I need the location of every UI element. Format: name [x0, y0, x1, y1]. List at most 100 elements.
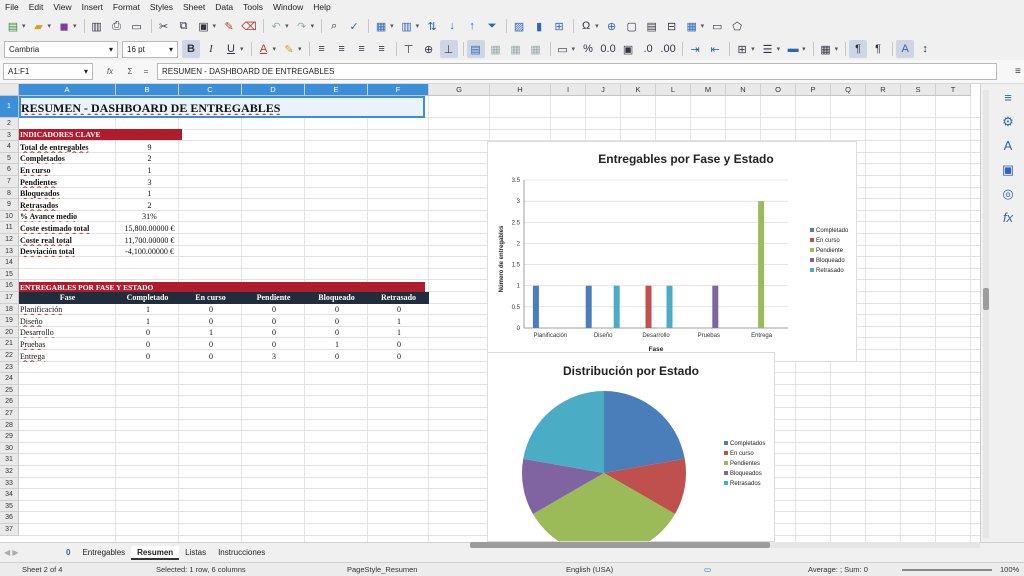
menu-icon[interactable]: ≡ [996, 90, 1020, 114]
navigator-icon[interactable]: ◎ [996, 186, 1020, 210]
row-header-7[interactable]: 7 [0, 176, 19, 188]
insert-image-icon[interactable]: ▨ [510, 17, 528, 35]
undo-icon[interactable]: ↶ [267, 17, 285, 35]
align-bottom-icon[interactable]: ⊥ [439, 40, 458, 58]
row-header-5[interactable]: 5 [0, 152, 19, 165]
function-wizard-icon[interactable]: fx [99, 67, 121, 76]
gallery-icon[interactable]: ▣ [996, 162, 1020, 186]
row-header-33[interactable]: 33 [0, 477, 19, 490]
font-color-dropdown-icon[interactable]: ▾ [273, 45, 277, 53]
font-color-icon[interactable]: A [255, 40, 273, 58]
spelling-icon[interactable]: ✓ [345, 17, 363, 35]
properties-icon[interactable]: ⚙ [996, 114, 1020, 138]
italic-icon[interactable]: I [202, 40, 220, 58]
row-header-26[interactable]: 26 [0, 396, 19, 408]
unmerge-cells-icon[interactable]: ▦ [527, 40, 545, 58]
row-header-34[interactable]: 34 [0, 489, 19, 501]
highlight-dropdown-icon[interactable]: ▾ [298, 45, 302, 53]
row-header-9[interactable]: 9 [0, 199, 19, 211]
center-vertically-icon[interactable]: ⊕ [420, 40, 438, 58]
bar-bloqueado[interactable] [712, 285, 719, 328]
text-orientation-icon[interactable]: A [896, 40, 915, 58]
row-header-37[interactable]: 37 [0, 524, 19, 536]
column-header-e[interactable]: E [305, 84, 368, 96]
nav-buttons[interactable]: ◀ ▶ [0, 548, 60, 557]
bar-chart[interactable]: Entregables por Fase y Estado Fase Númer… [487, 141, 857, 362]
insert-chart-icon[interactable]: ▮ [530, 17, 548, 35]
align-center-icon[interactable]: ≡ [333, 40, 351, 58]
find-replace-icon[interactable]: ⌕ [325, 17, 343, 35]
functions-icon[interactable]: fx [996, 210, 1020, 234]
styles-icon[interactable]: A [996, 138, 1020, 162]
chevron-down-icon[interactable]: ▾ [169, 45, 173, 54]
status-language[interactable]: English (USA) [566, 565, 613, 574]
bar-retrasado[interactable] [666, 285, 673, 328]
borders-dropdown-icon[interactable]: ▾ [751, 45, 755, 53]
column-header-k[interactable]: K [621, 84, 656, 96]
h-scroll-thumb[interactable] [470, 542, 770, 548]
percent-format-icon[interactable]: % [579, 40, 597, 58]
column-header-n[interactable]: N [726, 84, 761, 96]
paste-icon[interactable]: ▣ [195, 17, 213, 35]
bar-en-curso[interactable] [645, 285, 652, 328]
menu-data[interactable]: Data [210, 2, 238, 12]
cut-icon[interactable]: ✂ [155, 17, 173, 35]
row-header-35[interactable]: 35 [0, 500, 19, 513]
column-header-o[interactable]: O [761, 84, 796, 96]
border-color-dropdown-icon[interactable]: ▾ [802, 45, 806, 53]
row-header-32[interactable]: 32 [0, 466, 19, 478]
align-left-icon[interactable]: ≡ [313, 40, 331, 58]
row-dropdown-icon[interactable]: ▾ [390, 22, 394, 30]
column-header-p[interactable]: P [796, 84, 831, 96]
bar-retrasado[interactable] [613, 285, 620, 328]
add-decimal-icon[interactable]: .0 [639, 40, 657, 58]
date-format-icon[interactable]: ▣ [619, 40, 637, 58]
sheet-tab-entregables[interactable]: Entregables [76, 546, 131, 560]
column-header-q[interactable]: Q [831, 84, 866, 96]
menu-file[interactable]: File [0, 2, 24, 12]
clear-formatting-icon[interactable]: ⌫ [240, 17, 258, 35]
row-header-17[interactable]: 17 [0, 292, 19, 304]
new-dropdown-icon[interactable]: ▾ [22, 22, 26, 30]
row-header-3[interactable]: 3 [0, 129, 19, 142]
row-header-21[interactable]: 21 [0, 338, 19, 350]
column-header-a[interactable]: A [19, 84, 116, 96]
left-to-right-icon[interactable]: ¶ [849, 40, 868, 58]
conditional-format-icon[interactable]: ▦ [817, 40, 835, 58]
status-pagestyle[interactable]: PageStyle_Resumen [347, 565, 417, 574]
sheet-tab-listas[interactable]: Listas [179, 546, 212, 560]
formula-equals-icon[interactable]: = [139, 67, 153, 76]
border-style-icon[interactable]: ☰ [759, 40, 777, 58]
increase-indent-icon[interactable]: ⇥ [686, 40, 704, 58]
column-dropdown-icon[interactable]: ▾ [416, 22, 420, 30]
sort-descending-icon[interactable]: ↑ [463, 17, 481, 35]
split-window-icon[interactable]: ▭ [708, 17, 726, 35]
menu-view[interactable]: View [48, 2, 76, 12]
clone-formatting-icon[interactable]: ✎ [220, 17, 238, 35]
justify-icon[interactable]: ≡ [373, 40, 391, 58]
row-header-23[interactable]: 23 [0, 361, 19, 374]
chevron-down-icon[interactable]: ▾ [84, 67, 88, 76]
wrap-text-icon[interactable]: ▤ [466, 40, 485, 58]
pie-chart[interactable]: Distribución por Estado Completados En cu… [487, 352, 775, 542]
vertical-text-icon[interactable]: ↕ [916, 40, 934, 58]
special-character-dropdown-icon[interactable]: ▾ [595, 22, 599, 30]
undo-dropdown-icon[interactable]: ▾ [285, 22, 289, 30]
border-style-dropdown-icon[interactable]: ▾ [777, 45, 781, 53]
zoom-level[interactable]: 100% [1000, 565, 1019, 574]
sheet-tab-instrucciones[interactable]: Instrucciones [212, 546, 271, 560]
row-header-31[interactable]: 31 [0, 454, 19, 466]
column-header-j[interactable]: J [586, 84, 621, 96]
row-header-27[interactable]: 27 [0, 408, 19, 420]
pie-slice-completados[interactable] [604, 391, 685, 473]
row-header-8[interactable]: 8 [0, 187, 19, 200]
align-right-icon[interactable]: ≡ [353, 40, 371, 58]
row-header-19[interactable]: 19 [0, 315, 19, 327]
column-header-t[interactable]: T [936, 84, 971, 96]
column-header-f[interactable]: F [368, 84, 429, 96]
border-color-icon[interactable]: ▬ [784, 40, 802, 58]
sort-icon[interactable]: ⇅ [423, 17, 441, 35]
row-icon[interactable]: ▦ [372, 17, 390, 35]
row-header-18[interactable]: 18 [0, 303, 19, 316]
currency-dropdown-icon[interactable]: ▾ [572, 45, 576, 53]
